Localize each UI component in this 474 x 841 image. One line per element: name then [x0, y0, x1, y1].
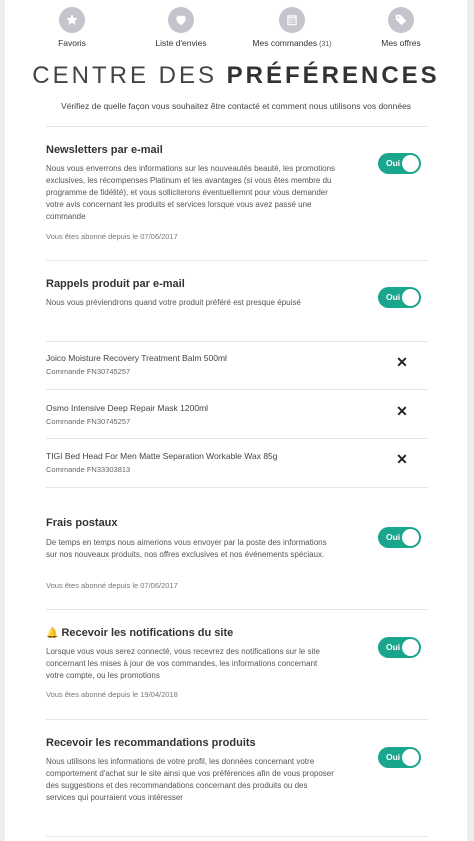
nav-orders-text: Mes commandes: [252, 38, 318, 48]
nav-orders[interactable]: Mes commandes (31): [237, 0, 347, 48]
divider: [46, 341, 428, 342]
calendar-icon: [279, 7, 305, 33]
orders-count: (31): [319, 41, 332, 48]
page-title-bold: PRÉFÉRENCES: [226, 62, 440, 89]
divider: [46, 438, 428, 439]
product-order: Commande FN30745257: [46, 417, 131, 426]
recommendations-toggle[interactable]: Oui: [378, 747, 421, 768]
nav-wishlist[interactable]: Liste d'envies: [126, 0, 236, 48]
product-name: TIGI Bed Head For Men Matte Separation W…: [46, 451, 278, 461]
postal-title: Frais postaux: [46, 517, 118, 529]
page-title-light: CENTRE DES: [32, 62, 227, 89]
preferences-page: Favoris Liste d'envies Mes commandes (31)…: [5, 0, 467, 841]
toggle-label: Oui: [386, 752, 401, 762]
nav-favorites[interactable]: Favoris: [17, 0, 127, 48]
remove-product-button[interactable]: ✕: [395, 355, 409, 369]
bell-icon: 🔔: [46, 628, 59, 639]
page-subtitle: Vérifiez de quelle façon vous souhaitez …: [60, 101, 412, 111]
toggle-label: Oui: [386, 292, 401, 302]
postal-description: De temps en temps nous aimerions vous en…: [46, 538, 327, 559]
newsletter-since: Vous êtes abonné depuis le 07/06/2017: [46, 232, 178, 241]
toggle-label: Oui: [386, 158, 401, 168]
newsletter-description: Nous vous enverrons des informations sur…: [46, 164, 336, 221]
toggle-knob: [402, 749, 419, 766]
remove-product-button[interactable]: ✕: [395, 452, 409, 466]
divider: [46, 609, 428, 610]
product-order: Commande FN33303813: [46, 465, 131, 474]
toggle-label: Oui: [386, 532, 401, 542]
toggle-knob: [402, 289, 419, 306]
toggle-label: Oui: [386, 642, 401, 652]
nav-wishlist-label: Liste d'envies: [155, 38, 207, 48]
notifications-since: Vous êtes abonné depuis le 19/04/2018: [46, 690, 178, 699]
newsletter-title: Newsletters par e-mail: [46, 144, 163, 156]
nav-orders-label: Mes commandes (31): [237, 38, 347, 48]
nav-offers[interactable]: Mes offres: [346, 0, 456, 48]
reminders-toggle[interactable]: Oui: [378, 287, 421, 308]
notifications-title-text: Recevoir les notifications du site: [61, 627, 234, 639]
product-order: Commande FN30745257: [46, 367, 131, 376]
recommendations-title: Recevoir les recommandations produits: [46, 737, 256, 749]
star-icon: [59, 7, 85, 33]
toggle-knob: [402, 155, 419, 172]
nav-offers-label: Mes offres: [381, 38, 421, 48]
divider: [46, 836, 428, 837]
divider: [46, 126, 428, 127]
account-nav: Favoris Liste d'envies Mes commandes (31)…: [5, 0, 467, 52]
toggle-knob: [402, 529, 419, 546]
divider: [46, 260, 428, 261]
page-title: CENTRE DES PRÉFÉRENCES: [5, 62, 467, 90]
notifications-description: Lorsque vous vous serez connecté, vous r…: [46, 647, 320, 680]
recommendations-description: Nous utilisons les informations de votre…: [46, 757, 334, 802]
reminders-description: Nous vous préviendrons quand votre produ…: [46, 298, 301, 307]
nav-favorites-label: Favoris: [58, 38, 86, 48]
divider: [46, 719, 428, 720]
reminders-title: Rappels produit par e-mail: [46, 278, 185, 290]
product-name: Osmo Intensive Deep Repair Mask 1200ml: [46, 403, 209, 413]
divider: [46, 487, 428, 488]
postal-since: Vous êtes abonné depuis le 07/06/2017: [46, 581, 178, 590]
notifications-toggle[interactable]: Oui: [378, 637, 421, 658]
newsletter-toggle[interactable]: Oui: [378, 153, 421, 174]
tag-icon: [388, 7, 414, 33]
toggle-knob: [402, 639, 419, 656]
postal-toggle[interactable]: Oui: [378, 527, 421, 548]
product-name: Joico Moisture Recovery Treatment Balm 5…: [46, 353, 227, 363]
divider: [46, 389, 428, 390]
heart-icon: [168, 7, 194, 33]
notifications-title: 🔔 Recevoir les notifications du site: [46, 627, 233, 639]
remove-product-button[interactable]: ✕: [395, 404, 409, 418]
